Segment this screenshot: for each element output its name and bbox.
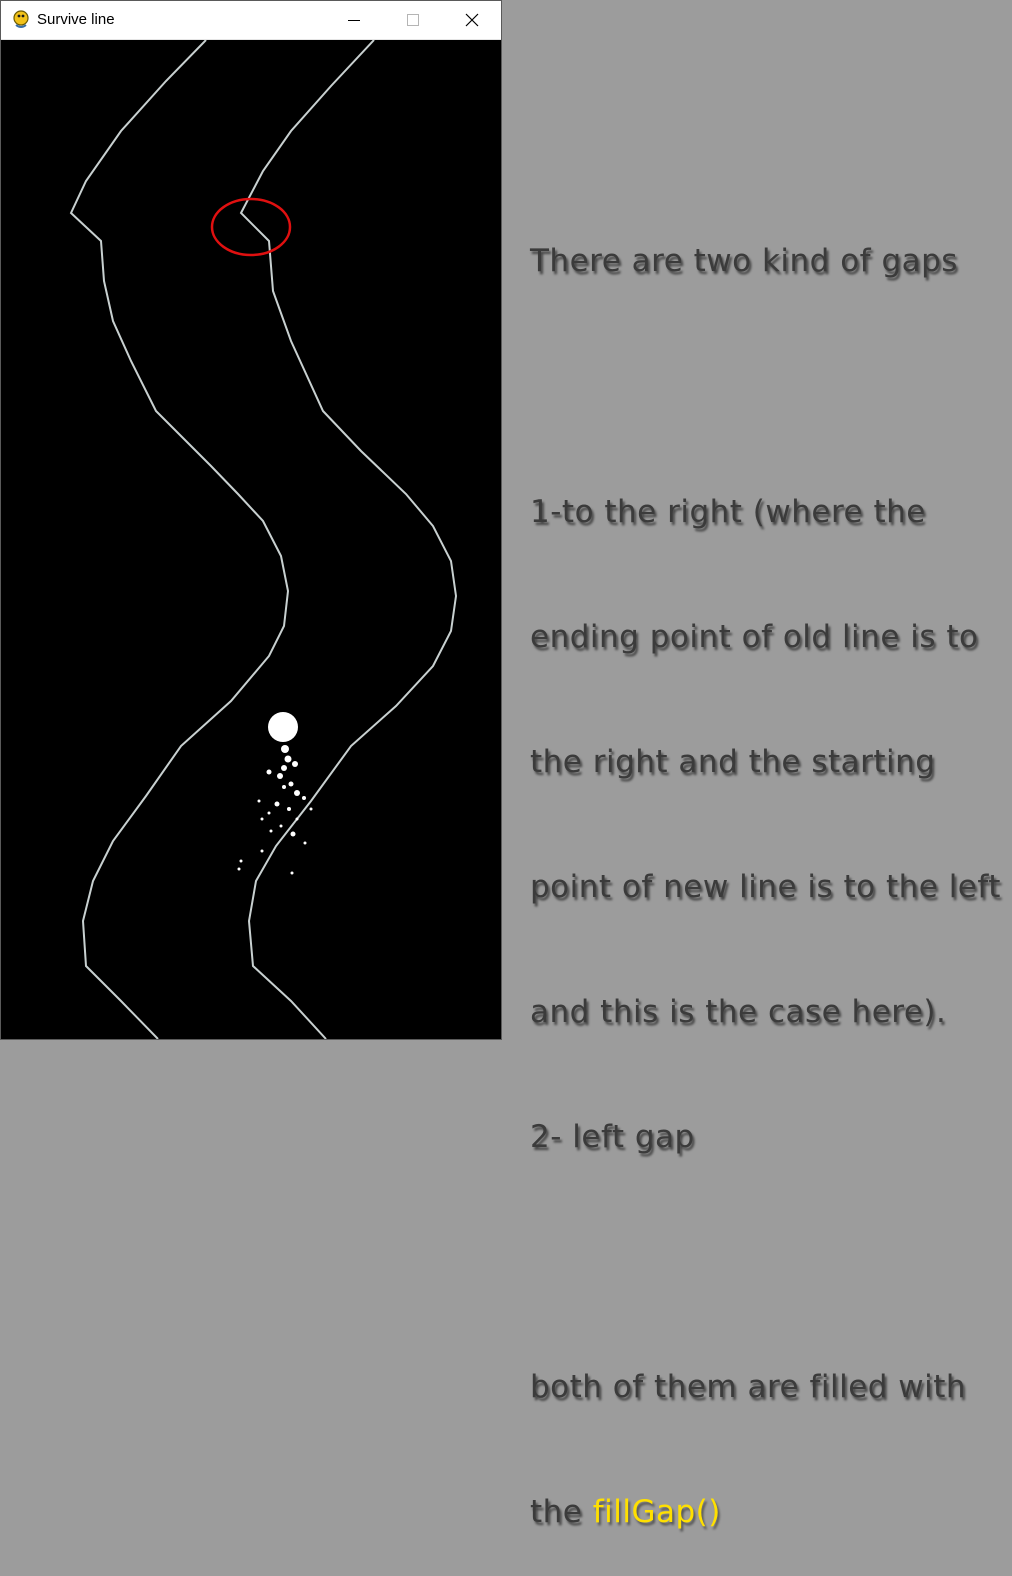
- note-line-2: [530, 367, 1010, 409]
- note-line-8: 2- left gap: [530, 1119, 695, 1156]
- pygame-snake-icon: [13, 10, 29, 28]
- note-line-9: [530, 1242, 1010, 1284]
- close-icon: [465, 13, 479, 27]
- note-line-4: ending point of old line is to: [530, 618, 979, 655]
- minimize-button[interactable]: [325, 1, 383, 39]
- game-canvas[interactable]: [1, 40, 501, 1039]
- note-line-11-prefix: the: [530, 1494, 593, 1531]
- minimize-icon: [348, 19, 360, 21]
- title-bar[interactable]: Survive line: [1, 1, 501, 40]
- maximize-button[interactable]: [384, 1, 442, 39]
- game-window: Survive line: [0, 0, 502, 1040]
- close-button[interactable]: [443, 1, 501, 39]
- note-line-3: 1-to the right (where the: [530, 493, 926, 530]
- player-ball: [268, 712, 298, 742]
- gap-highlight-circle: [210, 197, 292, 257]
- note-line-5: the right and the starting: [530, 743, 936, 780]
- fillgap-function-name: fillGap(): [592, 1494, 721, 1531]
- window-title: Survive line: [37, 11, 115, 28]
- ball-trail-particles: [237, 745, 313, 875]
- gap-explanation-note: There are two kind of gaps 1-to the righ…: [530, 158, 1010, 1576]
- note-line-10: both of them are filled with: [530, 1369, 967, 1406]
- note-line-11: the fillGap(): [530, 1492, 1010, 1534]
- maximize-icon: [407, 14, 419, 26]
- note-line-6: point of new line is to the left: [530, 868, 1001, 905]
- note-line-7: and this is the case here).: [530, 993, 947, 1030]
- note-line-1: There are two kind of gaps: [530, 243, 958, 280]
